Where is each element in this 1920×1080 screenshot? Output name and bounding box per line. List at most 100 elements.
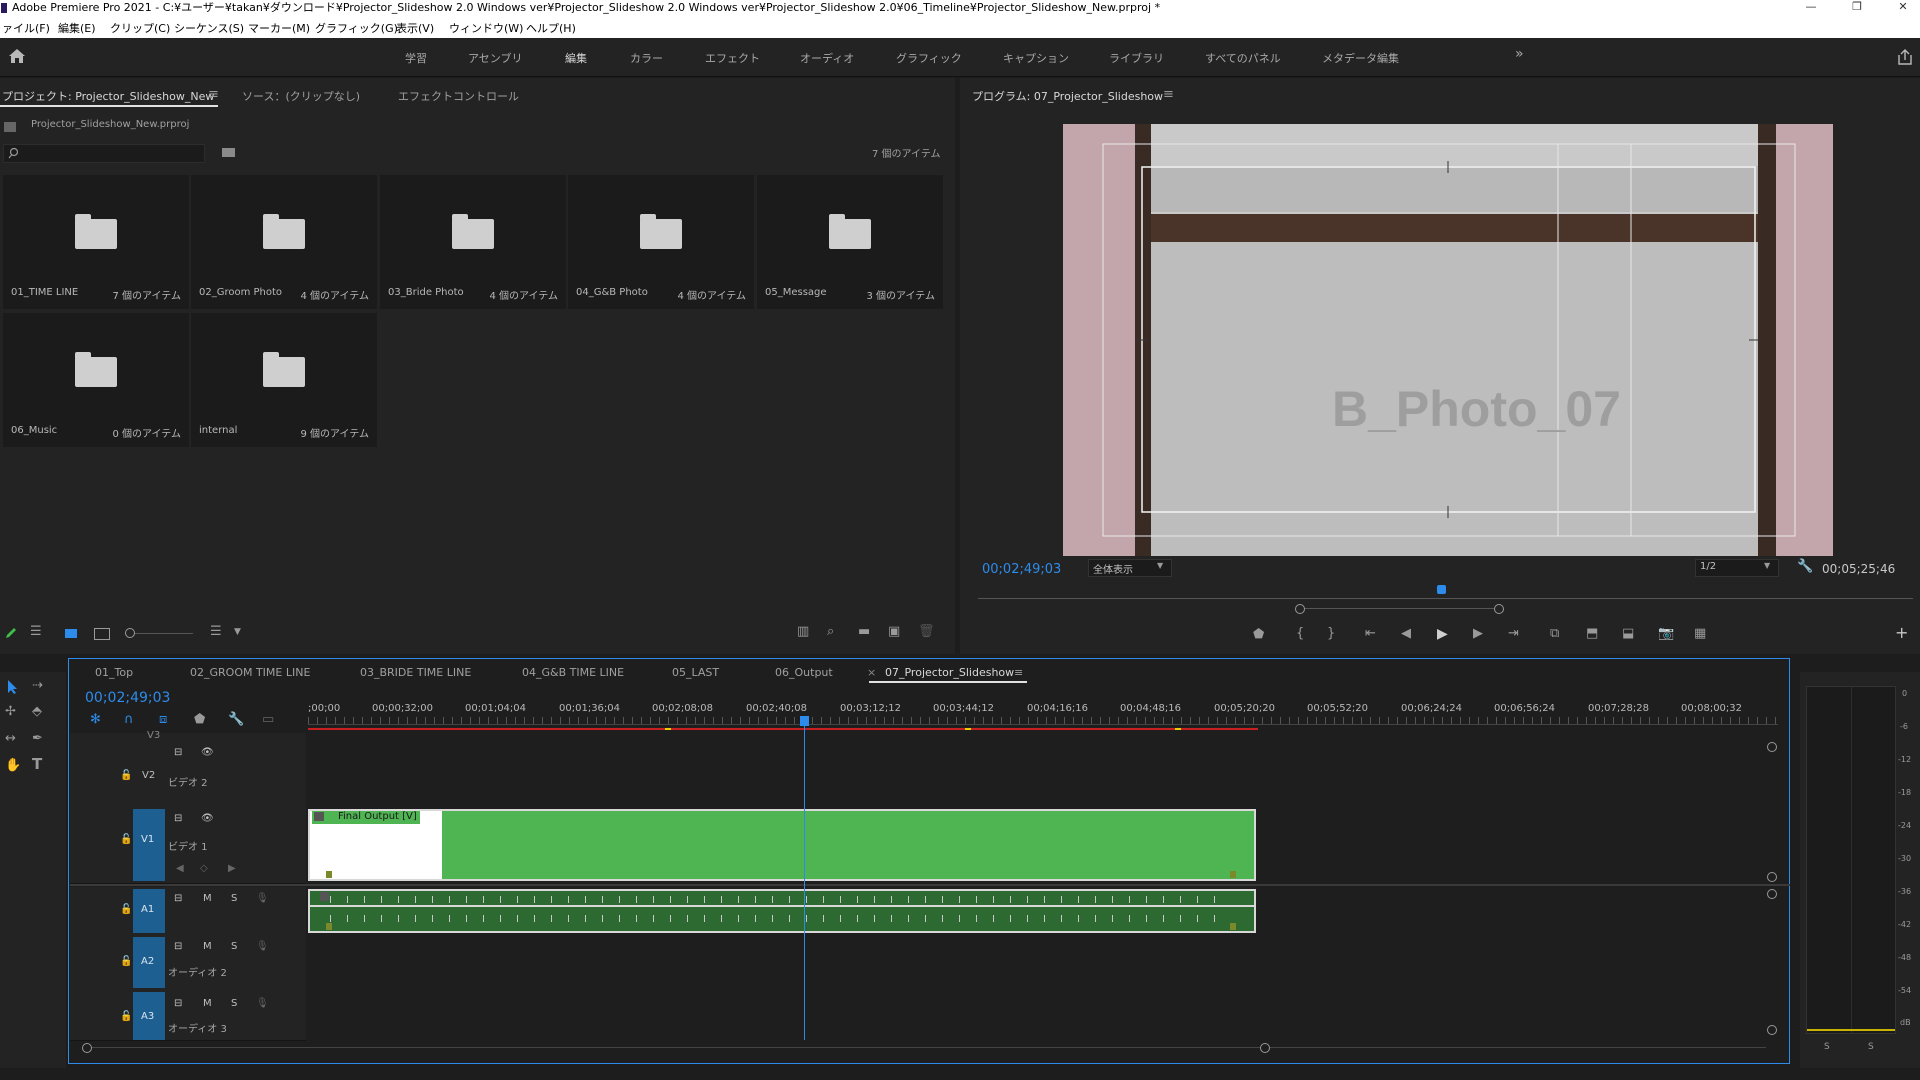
extract-icon[interactable]: ⬓ [1622,627,1634,641]
tab-sequence-04[interactable]: 04_G&B TIME LINE [522,666,624,679]
zoom-scrollbar-left-handle[interactable] [1295,604,1305,614]
workspace-metadata[interactable]: メタデータ編集 [1322,50,1399,66]
new-search-bin-icon[interactable] [222,148,235,157]
track-name[interactable]: オーディオ 3 [168,1020,227,1035]
lift-icon[interactable]: ⬒ [1586,627,1598,641]
workspace-color[interactable]: カラー [630,50,663,66]
tab-sequence-06[interactable]: 06_Output [775,666,833,679]
loop-playback-icon[interactable]: ⧉ [1550,627,1559,641]
sync-lock-icon[interactable]: ⊟ [174,998,182,1009]
minimize-button[interactable]: — [1796,0,1826,16]
workspace-captions[interactable]: キャプション [1003,50,1069,66]
menu-graphics[interactable]: グラフィック(G) [315,20,398,36]
captions-icon[interactable]: ▭ [262,713,274,727]
find-icon[interactable]: ⌕ [827,625,834,639]
search-input[interactable] [3,144,205,163]
track-label[interactable]: V1 [141,834,154,845]
eye-icon[interactable]: 👁 [201,813,214,824]
mute-button[interactable]: M [203,893,212,904]
menu-help[interactable]: ヘルプ(H) [526,20,576,36]
menu-edit[interactable]: 編集(E) [58,20,96,36]
track-label[interactable]: A3 [141,1011,154,1022]
menu-window[interactable]: ウィンドウ(W) [449,20,523,36]
microphone-icon[interactable]: 🎙 [256,941,269,952]
selection-tool-icon[interactable] [6,679,20,695]
button-editor-icon[interactable]: + [1895,625,1908,641]
zoom-scrollbar-right-handle[interactable] [1494,604,1504,614]
workspace-effects[interactable]: エフェクト [705,50,760,66]
new-item-icon[interactable]: ▣ [888,625,900,639]
track-name[interactable]: オーディオ 2 [168,964,227,979]
timeline-zoom-left-handle[interactable] [82,1043,92,1053]
tab-sequence-01[interactable]: 01_Top [95,666,133,679]
track-target-v1[interactable] [133,809,165,881]
automate-to-sequence-icon[interactable]: ▥ [797,625,809,639]
timeline-zoom-right-handle[interactable] [1260,1043,1270,1053]
pencil-icon[interactable] [4,626,18,640]
linked-selection-icon[interactable]: ⧈ [159,713,167,727]
vertical-scroll-handle[interactable] [1767,889,1777,899]
tab-program[interactable]: プログラム: 07_Projector_Slideshow [972,88,1163,104]
add-marker-icon[interactable]: ⬟ [1253,628,1264,642]
sync-lock-icon[interactable]: ⊟ [174,893,182,904]
lock-icon[interactable]: 🔓 [120,904,132,915]
menu-marker[interactable]: マーカー(M) [248,20,310,36]
vertical-scroll-handle[interactable] [1767,872,1777,882]
bin-item[interactable]: 02_Groom Photo 4 個のアイテム [191,175,377,309]
lock-icon[interactable]: 🔓 [120,834,132,845]
solo-button[interactable]: S [231,998,237,1009]
workspace-assembly[interactable]: アセンブリ [468,50,522,66]
add-keyframe-icon[interactable]: ◇ [200,863,208,874]
sync-lock-icon[interactable]: ⊟ [174,813,182,824]
go-to-in-icon[interactable]: ⇤ [1365,627,1376,641]
bin-item[interactable]: 04_G&B Photo 4 個のアイテム [568,175,754,309]
timeline-zoom-track[interactable] [86,1047,1766,1048]
clear-icon[interactable]: 🗑 [918,625,935,639]
tab-sequence-02[interactable]: 02_GROOM TIME LINE [190,666,310,679]
menu-clip[interactable]: クリップ(C) [110,20,170,36]
solo-button[interactable]: S [231,893,237,904]
tab-sequence-03[interactable]: 03_BRIDE TIME LINE [360,666,471,679]
video-audio-divider[interactable] [70,884,1790,886]
panel-menu-icon[interactable]: ≡ [1163,88,1174,102]
time-ruler-ticks[interactable] [308,717,1778,725]
mute-button[interactable]: M [203,941,212,952]
workspace-audio[interactable]: オーディオ [800,50,854,66]
go-to-out-icon[interactable]: ⇥ [1508,627,1519,641]
icon-view-icon[interactable] [65,629,77,638]
play-icon[interactable]: ▶ [1437,627,1448,641]
tab-sequence-05[interactable]: 05_LAST [672,666,719,679]
next-keyframe-icon[interactable]: ▶ [228,863,236,874]
program-timecode[interactable]: 00;02;49;03 [982,562,1061,577]
lock-icon[interactable]: 🔓 [120,956,132,967]
sort-icon[interactable]: ☰ [210,625,222,639]
mark-in-icon[interactable]: { [1296,627,1304,641]
video-clip[interactable]: Final Output [V] [308,809,1256,881]
bin-item[interactable]: 05_Message 3 個のアイテム [757,175,943,309]
lock-icon[interactable]: 🔓 [120,1011,132,1022]
comparison-view-icon[interactable]: ▦ [1694,627,1706,641]
zoom-slider-handle[interactable] [125,628,135,638]
timeline-settings-icon[interactable]: 🔧 [228,713,244,727]
sort-chevron-icon[interactable]: ▼ [234,625,241,639]
step-back-icon[interactable]: ◀ [1401,627,1411,641]
track-label-v3[interactable]: V3 [147,730,160,741]
resolution-dropdown[interactable]: 1/2 ▼ [1695,559,1779,577]
freeform-view-icon[interactable] [94,628,110,640]
restore-button[interactable]: ❐ [1842,0,1872,16]
nest-icon[interactable]: ✻ [90,713,101,727]
tab-project[interactable]: プロジェクト: Projector_Slideshow_New [2,88,214,104]
home-icon[interactable] [8,48,26,64]
vertical-scroll-handle[interactable] [1767,742,1777,752]
bin-item[interactable]: 06_Music 0 個のアイテム [3,313,189,447]
settings-wrench-icon[interactable]: 🔧 [1797,560,1813,574]
meter-solo-button[interactable]: S [1868,1042,1874,1052]
workspace-all-panels[interactable]: すべてのパネル [1205,50,1281,66]
meter-solo-button[interactable]: S [1824,1042,1830,1052]
menu-view[interactable]: 表示(V) [396,20,434,36]
razor-tool-icon[interactable]: ⬘ [32,705,42,719]
sync-lock-icon[interactable]: ⊟ [174,747,182,758]
menu-sequence[interactable]: シーケンス(S) [174,20,244,36]
track-name[interactable]: ビデオ 2 [168,774,208,789]
workspace-more-icon[interactable]: » [1515,46,1524,62]
